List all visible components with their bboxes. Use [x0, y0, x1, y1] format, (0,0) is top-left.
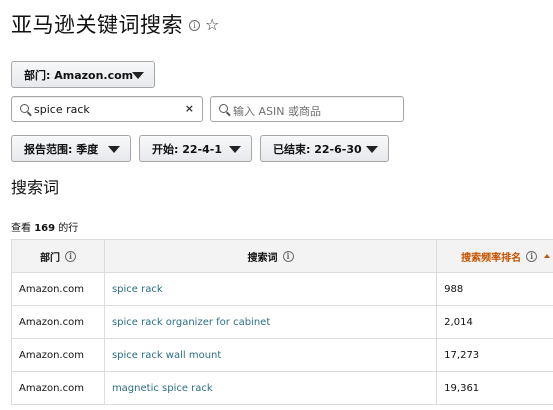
info-icon[interactable]: i [189, 20, 200, 31]
chevron-down-icon [108, 146, 120, 153]
cell-rank: 19,361 [436, 371, 553, 405]
column-header-department[interactable]: 部门 i [11, 239, 105, 273]
info-icon[interactable]: i [64, 250, 76, 262]
section-title: 搜索词 [11, 178, 60, 197]
row-count-suffix: 的行 [55, 223, 79, 234]
cell-search-term-link[interactable]: spice rack [103, 272, 438, 306]
table-header-row: 部门 i 搜索词 i 搜索频率排名 i [11, 239, 553, 273]
search-terms-table: 部门 i 搜索词 i 搜索频率排名 i Amazon.com spice rack 9… [11, 239, 553, 405]
asin-input-placeholder: 输入 ASIN 或商品 [233, 105, 321, 118]
table-row: Amazon.com spice rack 988 [11, 272, 553, 306]
page-title: 亚马逊关键词搜索 [11, 13, 183, 37]
column-header-label: 部门 [39, 252, 60, 264]
table-row: Amazon.com spice rack organizer for cabi… [11, 305, 553, 339]
info-icon[interactable]: i [282, 250, 294, 262]
cell-rank: 17,273 [436, 338, 553, 372]
department-dropdown[interactable]: 部门: Amazon.com [11, 61, 155, 88]
row-count: 查看 169 的行 [11, 219, 78, 234]
table-row: Amazon.com spice rack wall mount 17,273 [11, 338, 553, 372]
info-icon[interactable]: i [526, 250, 538, 262]
end-date-label: 已结束: 22-6-30 [273, 142, 362, 156]
start-date-dropdown[interactable]: 开始: 22-4-1 [139, 135, 252, 162]
row-count-prefix: 查看 [11, 223, 35, 234]
cell-department: Amazon.com [11, 371, 105, 405]
search-icon [219, 104, 228, 113]
cell-rank: 2,014 [436, 305, 553, 339]
sort-ascending-icon [544, 254, 551, 258]
search-input-value: spice rack [34, 103, 90, 116]
department-dropdown-label: 部门: Amazon.com [24, 68, 134, 82]
search-input[interactable]: spice rack × [11, 96, 203, 122]
cell-search-term-link[interactable]: spice rack organizer for cabinet [103, 305, 438, 339]
cell-search-term-link[interactable]: magnetic spice rack [103, 371, 438, 405]
row-count-value: 169 [34, 223, 56, 234]
start-date-label: 开始: 22-4-1 [152, 142, 222, 156]
asin-input[interactable]: 输入 ASIN 或商品 [210, 96, 404, 122]
column-header-search-frequency-rank[interactable]: 搜索频率排名 i [436, 239, 553, 273]
title-row: 亚马逊关键词搜索 i ☆ [11, 9, 219, 39]
table-row: Amazon.com magnetic spice rack 19,361 [11, 371, 553, 405]
cell-rank: 988 [436, 272, 553, 306]
search-icon [20, 104, 29, 113]
cell-department: Amazon.com [11, 305, 105, 339]
report-range-dropdown[interactable]: 报告范围: 季度 [11, 135, 131, 162]
column-header-label: 搜索词 [247, 252, 278, 264]
chevron-down-icon [229, 146, 241, 153]
cell-search-term-link[interactable]: spice rack wall mount [103, 338, 438, 372]
end-date-dropdown[interactable]: 已结束: 22-6-30 [260, 135, 389, 162]
cell-department: Amazon.com [11, 338, 105, 372]
cell-department: Amazon.com [11, 272, 105, 306]
star-icon[interactable]: ☆ [205, 15, 219, 34]
chevron-down-icon [132, 72, 144, 79]
report-range-label: 报告范围: 季度 [24, 142, 99, 156]
column-header-label: 搜索频率排名 [461, 252, 522, 264]
chevron-down-icon [366, 146, 378, 153]
clear-icon[interactable]: × [185, 102, 194, 115]
column-header-search-term[interactable]: 搜索词 i [103, 239, 438, 273]
